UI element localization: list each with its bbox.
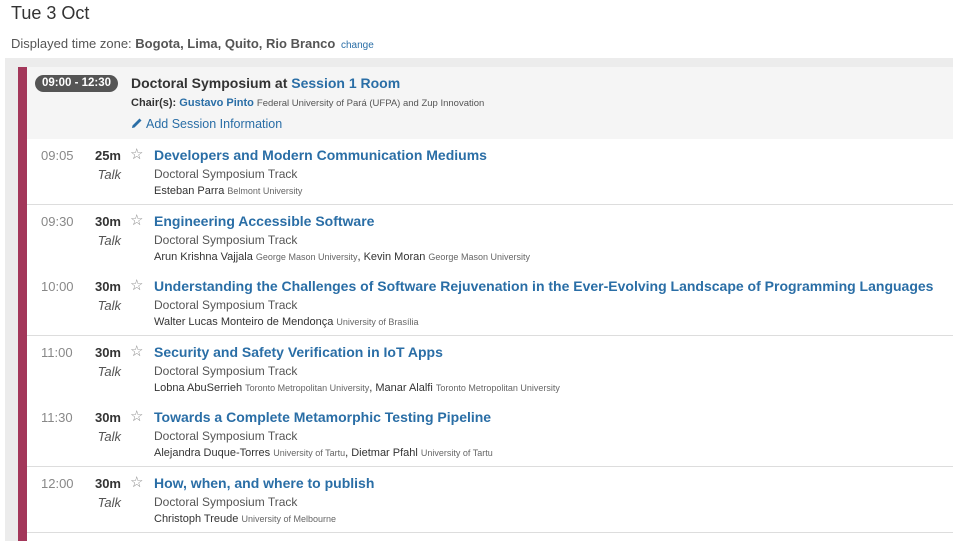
- talk-track: Doctoral Symposium Track: [154, 429, 298, 443]
- author-affiliation: George Mason University: [428, 251, 530, 262]
- talk-row: 11:00 30m Talk ☆ Security and Safety Verific…: [27, 335, 953, 402]
- author-affiliation: Toronto Metropolitan University: [245, 382, 370, 393]
- star-icon[interactable]: ☆: [130, 407, 143, 425]
- author-affiliation: University of Melbourne: [241, 513, 336, 524]
- talk-row: 09:30 30m Talk ☆ Engineering Accessible Soft…: [27, 204, 953, 271]
- talk-track: Doctoral Symposium Track: [154, 494, 298, 509]
- timezone-label: Displayed time zone:: [11, 36, 132, 51]
- talk-track: Doctoral Symposium Track: [154, 167, 298, 181]
- talk-authors: Christoph Treude University of Melbourne: [154, 513, 336, 525]
- author-affiliation: Toronto Metropolitan University: [435, 382, 560, 393]
- author-name[interactable]: Lobna AbuSerrieh: [154, 382, 242, 394]
- talk-duration: 30m: [94, 279, 121, 294]
- talk-type: Talk: [97, 429, 121, 444]
- talk-authors: Lobna AbuSerrieh Toronto Metropolitan Un…: [154, 382, 560, 394]
- author-name[interactable]: Walter Lucas Monteiro de Mendonça: [154, 316, 333, 328]
- talk-time: 11:00: [41, 344, 73, 360]
- talk-row: 09:05 25m Talk ☆ Developers and Modern Commu…: [27, 139, 953, 205]
- talk-authors: Alejandra Duque-Torres University of Tar…: [154, 447, 493, 459]
- talk-duration: 25m: [94, 148, 121, 163]
- session-title-text: Doctoral Symposium at: [131, 75, 292, 91]
- star-icon[interactable]: ☆: [130, 342, 143, 360]
- star-icon[interactable]: ☆: [130, 211, 143, 229]
- session-chairs: Chair(s): Gustavo Pinto Federal Universi…: [131, 97, 484, 109]
- add-session-info-label: Add Session Information: [146, 117, 283, 131]
- talk-time: 09:05: [41, 148, 74, 163]
- chair-affiliation: Federal University of Pará (UFPA) and Zu…: [256, 98, 485, 109]
- talk-row: 12:00 30m Talk ☆ How, when, and where to pub…: [27, 466, 953, 533]
- session-block: 09:00 - 12:30 Doctoral Symposium at Sess…: [18, 67, 953, 541]
- session-time-badge: 09:00 - 12:30: [35, 75, 119, 92]
- chair-label: Chair(s):: [131, 97, 177, 109]
- talk-track: Doctoral Symposium Track: [154, 232, 298, 247]
- star-icon[interactable]: ☆: [130, 145, 143, 163]
- author-affiliation: University of Tartu: [420, 448, 493, 458]
- talk-title-link[interactable]: Developers and Modern Communication Medi…: [154, 147, 487, 163]
- star-icon[interactable]: ☆: [130, 473, 143, 491]
- author-name[interactable]: Dietmar Pfahl: [351, 447, 418, 459]
- talk-track: Doctoral Symposium Track: [154, 363, 298, 378]
- talk-time: 09:30: [41, 213, 74, 229]
- session-header: 09:00 - 12:30 Doctoral Symposium at Sess…: [27, 67, 953, 140]
- author-name[interactable]: Manar Alalfi: [375, 382, 432, 394]
- author-name[interactable]: Esteban Parra: [154, 185, 224, 197]
- author-name[interactable]: Arun Krishna Vajjala: [154, 251, 253, 263]
- talk-duration: 30m: [94, 410, 121, 425]
- pencil-icon: [132, 118, 142, 128]
- talk-authors: Arun Krishna Vajjala George Mason Univer…: [154, 251, 530, 263]
- talk-authors: Walter Lucas Monteiro de Mendonça Univer…: [154, 316, 418, 328]
- timezone-change-link[interactable]: change: [341, 40, 374, 51]
- date-heading: Tue 3 Oct: [11, 3, 90, 23]
- author-affiliation: George Mason University: [255, 251, 358, 262]
- session-title: Doctoral Symposium at Session 1 Room: [131, 75, 400, 91]
- author-affiliation: University of Brasília: [336, 317, 419, 327]
- talk-row: 11:30 30m Talk ☆ Towards a Complete Metamorp…: [27, 401, 953, 467]
- author-name[interactable]: Alejandra Duque-Torres: [154, 447, 270, 459]
- talk-duration: 30m: [94, 475, 121, 491]
- talk-duration: 30m: [94, 344, 121, 360]
- talk-title-link[interactable]: How, when, and where to publish: [154, 475, 374, 491]
- talk-duration: 30m: [94, 213, 121, 229]
- author-affiliation: University of Tartu: [273, 448, 346, 458]
- talk-time: 10:00: [41, 279, 74, 294]
- author-affiliation: Belmont University: [227, 186, 303, 196]
- talk-time: 12:00: [41, 475, 74, 491]
- session-room-link[interactable]: Session 1 Room: [291, 75, 400, 91]
- talk-row: 10:00 30m Talk ☆ Understanding the Challenge…: [27, 270, 953, 336]
- talk-type: Talk: [97, 167, 121, 182]
- timezone-line: Displayed time zone: Bogota, Lima, Quito…: [11, 36, 374, 51]
- talk-title-link[interactable]: Towards a Complete Metamorphic Testing P…: [154, 409, 491, 425]
- author-name[interactable]: Christoph Treude: [154, 513, 238, 525]
- talk-title-link[interactable]: Security and Safety Verification in IoT …: [154, 344, 443, 360]
- talk-type: Talk: [97, 232, 121, 248]
- author-name[interactable]: Kevin Moran: [364, 251, 426, 263]
- talk-type: Talk: [97, 494, 121, 510]
- talk-title-link[interactable]: Engineering Accessible Software: [154, 213, 374, 229]
- star-icon[interactable]: ☆: [130, 276, 143, 294]
- add-session-info-link[interactable]: Add Session Information: [131, 117, 282, 131]
- talk-track: Doctoral Symposium Track: [154, 298, 298, 312]
- talk-time: 11:30: [41, 410, 73, 425]
- talk-type: Talk: [97, 363, 121, 379]
- timezone-value: Bogota, Lima, Quito, Rio Branco: [135, 36, 336, 51]
- talk-authors: Esteban Parra Belmont University: [154, 185, 302, 197]
- chair-name-link[interactable]: Gustavo Pinto: [179, 97, 254, 109]
- talk-type: Talk: [97, 298, 121, 313]
- talk-title-link[interactable]: Understanding the Challenges of Software…: [154, 278, 933, 294]
